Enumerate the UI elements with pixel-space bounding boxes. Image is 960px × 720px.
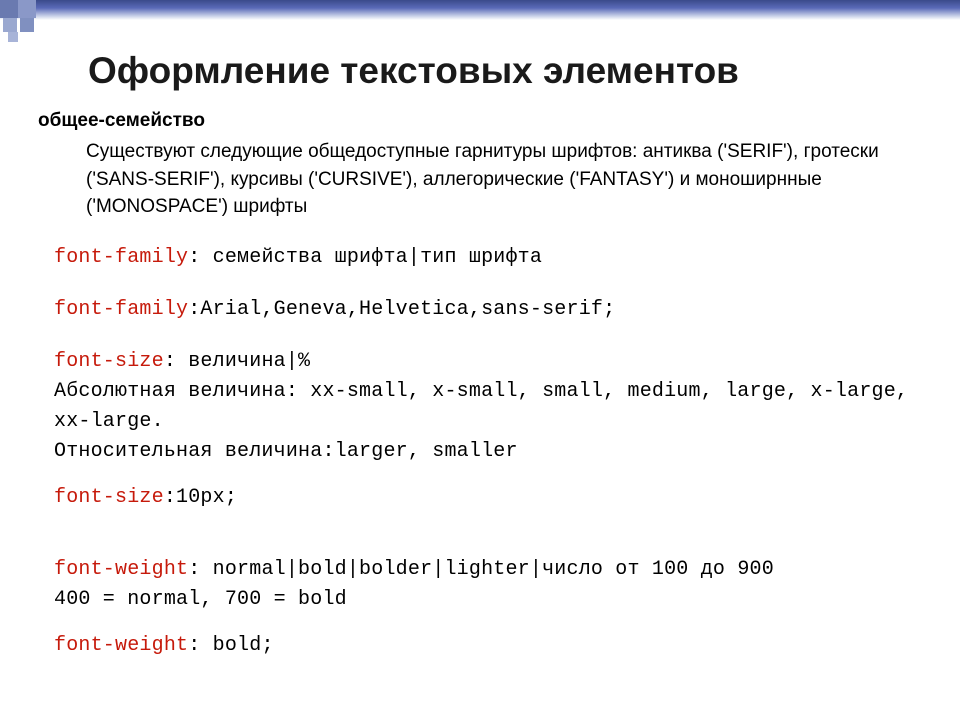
css-property: font-size xyxy=(54,350,164,373)
css-value: : семейства шрифта|тип шрифта xyxy=(188,246,542,269)
code-font-size-block: font-size: величина|% Абсолютная величин… xyxy=(38,347,922,467)
code-line: Абсолютная величина: xx-small, x-small, … xyxy=(54,377,922,437)
css-value: : normal|bold|bolder|lighter|число от 10… xyxy=(188,558,774,581)
css-property: font-weight xyxy=(54,634,188,657)
code-font-weight-example: font-weight: bold; xyxy=(38,631,922,661)
css-value: : bold; xyxy=(188,634,273,657)
css-value: :10px; xyxy=(164,486,237,509)
gradient-bar xyxy=(0,0,960,20)
code-font-size-example: font-size:10px; xyxy=(38,483,922,513)
page-title: Оформление текстовых элементов xyxy=(0,50,960,92)
code-font-family-example: font-family:Arial,Geneva,Helvetica,sans-… xyxy=(38,295,922,325)
code-font-family-syntax: font-family: семейства шрифта|тип шрифта xyxy=(38,243,922,273)
body-paragraph: Существуют следующие общедоступные гарни… xyxy=(38,132,922,221)
section-label: общее-семейство xyxy=(38,110,922,132)
slide-header-decoration xyxy=(0,0,960,32)
code-font-weight-block: font-weight: normal|bold|bolder|lighter|… xyxy=(38,555,922,615)
code-line: 400 = normal, 700 = bold xyxy=(54,585,922,615)
css-property: font-size xyxy=(54,486,164,509)
css-value: : величина|% xyxy=(164,350,310,373)
pixel-squares-decoration xyxy=(0,0,60,45)
css-property: font-family xyxy=(54,298,188,321)
code-line: Относительная величина:larger, smaller xyxy=(54,437,922,467)
css-property: font-family xyxy=(54,246,188,269)
content-area: общее-семейство Существуют следующие общ… xyxy=(0,92,960,661)
css-value: :Arial,Geneva,Helvetica,sans-serif; xyxy=(188,298,615,321)
css-property: font-weight xyxy=(54,558,188,581)
